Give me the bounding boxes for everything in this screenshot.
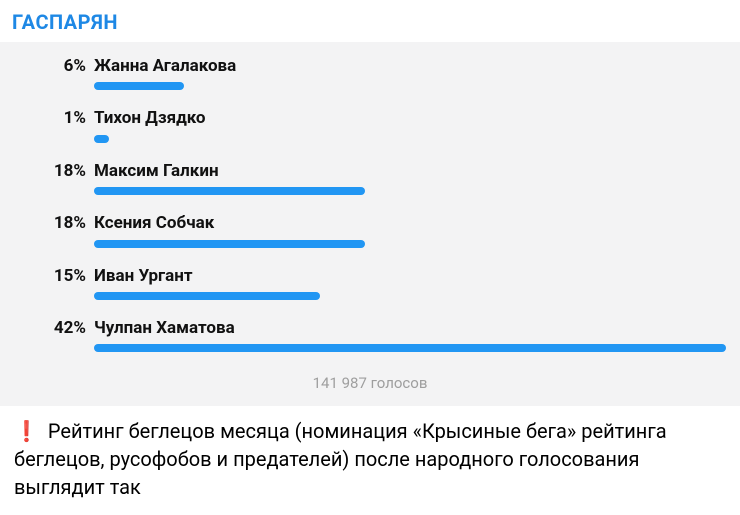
poll-total-votes: 141 987 голосов (14, 370, 726, 402)
poll-bar (94, 135, 109, 143)
poll-option[interactable]: 1% Тихон Дзядко (14, 108, 726, 142)
poll-bar (94, 240, 365, 248)
poll-bar (94, 344, 726, 352)
poll-option-label: Ксения Собчак (94, 213, 726, 233)
poll-option-label: Чулпан Хаматова (94, 318, 726, 338)
poll-bar (94, 187, 365, 195)
poll-option[interactable]: 18% Максим Галкин (14, 161, 726, 195)
poll-bar-track (94, 240, 726, 248)
poll-option[interactable]: 15% Иван Ургант (14, 266, 726, 300)
poll-option-percent: 6% (14, 56, 94, 90)
poll-bar-track (94, 82, 726, 90)
poll-option-label: Иван Ургант (94, 266, 726, 286)
poll-container: 6% Жанна Агалакова 1% Тихон Дзядко 18% М… (0, 42, 740, 406)
poll-bar (94, 82, 184, 90)
poll-option-label: Жанна Агалакова (94, 56, 726, 76)
poll-option-percent: 1% (14, 108, 94, 142)
poll-bar-track (94, 135, 726, 143)
channel-title: ГАСПАРЯН (0, 0, 740, 42)
poll-option-percent: 18% (14, 161, 94, 195)
poll-option[interactable]: 42% Чулпан Хаматова (14, 318, 726, 352)
post-caption: ❗ Рейтинг беглецов месяца (номинация «Кр… (0, 406, 740, 515)
poll-option[interactable]: 18% Ксения Собчак (14, 213, 726, 247)
poll-option-percent: 18% (14, 213, 94, 247)
poll-bar-track (94, 187, 726, 195)
warning-icon: ❗ (14, 419, 39, 443)
poll-bar-track (94, 292, 726, 300)
poll-option-label: Максим Галкин (94, 161, 726, 181)
poll-bar (94, 292, 320, 300)
poll-bar-track (94, 344, 726, 352)
poll-option-percent: 42% (14, 318, 94, 352)
poll-option-label: Тихон Дзядко (94, 108, 726, 128)
poll-option-percent: 15% (14, 266, 94, 300)
poll-option[interactable]: 6% Жанна Агалакова (14, 56, 726, 90)
post-caption-text: Рейтинг беглецов месяца (номинация «Крыс… (14, 419, 667, 498)
